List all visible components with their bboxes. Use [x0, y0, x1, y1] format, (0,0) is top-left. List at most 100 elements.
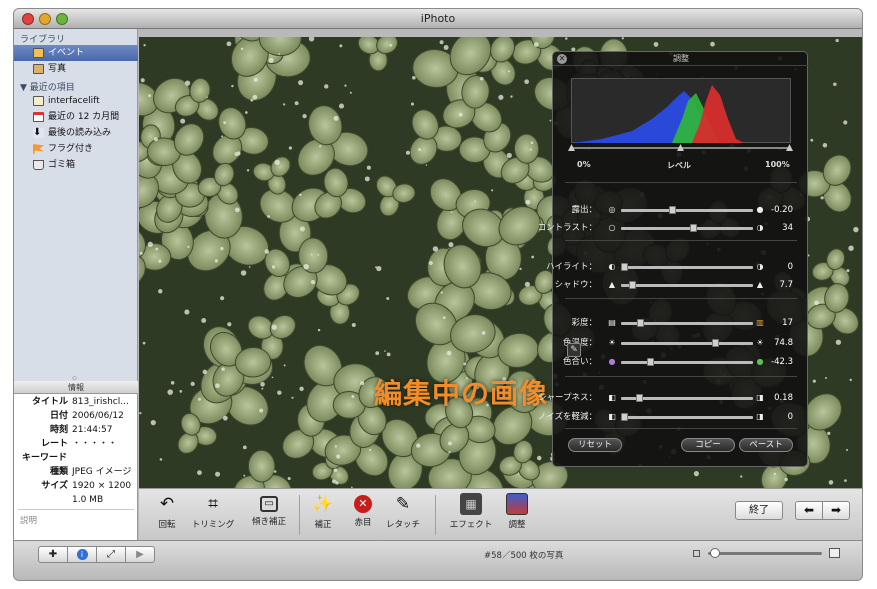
large-photo-icon — [829, 548, 840, 558]
calendar-icon — [33, 112, 44, 122]
crop-icon: ⌗ — [208, 494, 218, 514]
trash-icon — [33, 160, 44, 170]
aperture-icon: ◎ — [608, 205, 616, 214]
rotate-icon: ↶ — [159, 494, 175, 514]
info-button[interactable]: i — [67, 546, 97, 563]
play-icon: ▶ — [136, 549, 144, 560]
levels-label: レベル — [667, 161, 691, 170]
bottom-bar: ✚ i ⤢ ▶ #58／500 枚の写真 — [14, 540, 862, 580]
circle-icon: ○ — [608, 223, 616, 232]
slideshow-button[interactable]: ▶ — [125, 546, 155, 563]
straighten-button[interactable]: ▭ 傾き補正 — [239, 493, 299, 539]
rating-dots[interactable]: ・・・・・ — [72, 437, 138, 451]
sidebar-item-events[interactable]: イベント — [14, 45, 138, 61]
previous-photo-button[interactable]: ⬅ — [795, 501, 823, 520]
slider-knob[interactable] — [621, 413, 628, 421]
levels-min-label: 0% — [577, 160, 591, 169]
close-window-button[interactable] — [22, 13, 34, 25]
sidebar-item-label: イベント — [48, 48, 85, 58]
sidebar-item-flagged[interactable]: フラグ付き — [14, 141, 138, 157]
adjust-panel: 調整 ✕ 0% レベル 100% 露出： ◎ ● -0.20 コントラスト： ○ ◑ 34 ハイ… — [538, 51, 809, 467]
reset-button[interactable]: リセット — [568, 438, 622, 452]
grayscale-icon: ▤ — [608, 318, 616, 327]
slider-value: 74.8 — [774, 338, 793, 348]
crop-button[interactable]: ⌗ トリミング — [183, 493, 243, 539]
sidebar-item-label: ゴミ箱 — [48, 160, 76, 170]
slider-track[interactable] — [621, 319, 753, 327]
slider-track[interactable] — [621, 358, 753, 366]
sidebar-item-last-12-months[interactable]: 最近の 12 カ月間 — [14, 109, 138, 125]
slider-knob[interactable] — [637, 319, 645, 327]
slider-track[interactable] — [621, 339, 753, 347]
done-button[interactable]: 終了 — [735, 501, 783, 520]
slider-value: -42.3 — [771, 357, 793, 367]
add-button[interactable]: ✚ — [38, 546, 68, 563]
zoom-slider[interactable] — [708, 548, 822, 558]
sidebar-item-interfacelift[interactable]: interfacelift — [14, 93, 138, 109]
slider-track[interactable] — [621, 281, 753, 289]
sidebar-item-trash[interactable]: ゴミ箱 — [14, 157, 138, 173]
soft-icon: ◧ — [608, 393, 616, 402]
sidebar-item-photos[interactable]: 写真 — [14, 61, 138, 77]
slider-knob[interactable] — [621, 263, 628, 271]
next-photo-button[interactable]: ➡ — [822, 501, 850, 520]
adjust-row-7: シャープネス： ◧ ◨ 0.18 — [538, 391, 809, 405]
copy-button[interactable]: コピー — [681, 438, 735, 452]
photos-icon — [33, 64, 44, 74]
slider-track[interactable] — [621, 394, 753, 402]
zoom-slider-knob[interactable] — [710, 548, 721, 558]
retouch-button[interactable]: ✎ レタッチ — [375, 493, 431, 539]
slider-track[interactable] — [621, 224, 753, 232]
arrow-left-icon: ⬅ — [803, 503, 815, 517]
slider-label: 色合い： — [562, 357, 597, 367]
slider-knob[interactable] — [647, 358, 655, 366]
slider-track[interactable] — [621, 263, 753, 271]
sun-icon: ☀ — [608, 338, 616, 347]
fullscreen-icon: ⤢ — [107, 549, 115, 560]
adjust-row-4: 彩度： ▤ ▥ 17 — [553, 316, 809, 330]
enhance-wand-icon: ✨ — [312, 494, 334, 514]
slider-value: 0.18 — [774, 393, 793, 403]
photo-count: #58／500 枚の写真 — [484, 551, 564, 561]
iphoto-window: iPhoto ライブラリ イベント 写真 ▼ 最近の項目 interfaceli… — [14, 9, 862, 580]
slider-knob[interactable] — [711, 339, 719, 347]
straighten-icon: ▭ — [260, 496, 278, 512]
sidebar-item-label: 最後の読み込み — [48, 128, 112, 138]
library-header: ライブラリ — [20, 35, 66, 45]
eyedropper-icon[interactable]: ✎ — [567, 343, 581, 357]
info-title-field[interactable]: 813_irishcl... — [72, 395, 138, 409]
paste-button[interactable]: ペースト — [739, 438, 793, 452]
slider-value: 7.7 — [779, 280, 793, 290]
recent-header[interactable]: ▼ 最近の項目 — [20, 80, 75, 93]
slider-knob[interactable] — [690, 224, 698, 232]
slider-track[interactable] — [621, 206, 753, 214]
info-pane: 情報 タイトル 813_irishcl... 日付 2006/06/12 時刻 21:… — [14, 381, 138, 540]
slider-value: 0 — [787, 262, 793, 272]
adjust-row-8: ノイズを軽減： ◧ ◨ 0 — [538, 410, 809, 424]
sidebar-item-label: フラグ付き — [48, 144, 94, 154]
sidebar-item-last-import[interactable]: ⬇ 最後の読み込み — [14, 125, 138, 141]
zoom-window-button[interactable] — [56, 13, 68, 25]
red-eye-icon: ✕ — [354, 495, 372, 513]
info-header: 情報 — [14, 381, 138, 394]
adjust-button[interactable]: 調整 — [489, 493, 545, 539]
slider-knob[interactable] — [628, 281, 636, 289]
sidebar-item-label: interfacelift — [48, 96, 100, 106]
adjust-row-0: 露出： ◎ ● -0.20 — [553, 203, 809, 217]
fullscreen-button[interactable]: ⤢ — [96, 546, 126, 563]
album-icon — [33, 96, 44, 106]
levels-max-label: 100% — [765, 160, 790, 169]
description-field[interactable]: 説明 — [20, 514, 37, 526]
flag-icon — [33, 144, 44, 154]
slider-knob[interactable] — [668, 206, 676, 214]
slider-track[interactable] — [621, 413, 753, 421]
close-icon[interactable]: ✕ — [557, 54, 567, 64]
minimize-window-button[interactable] — [39, 13, 51, 25]
events-icon — [33, 48, 44, 58]
purple-dot-icon: ● — [608, 357, 616, 366]
slider-value: 34 — [782, 223, 793, 233]
slider-label: ノイズを軽減： — [537, 412, 597, 422]
window-title: iPhoto — [420, 12, 456, 25]
slider-knob[interactable] — [636, 394, 644, 402]
slider-label: シャープネス： — [538, 393, 597, 403]
